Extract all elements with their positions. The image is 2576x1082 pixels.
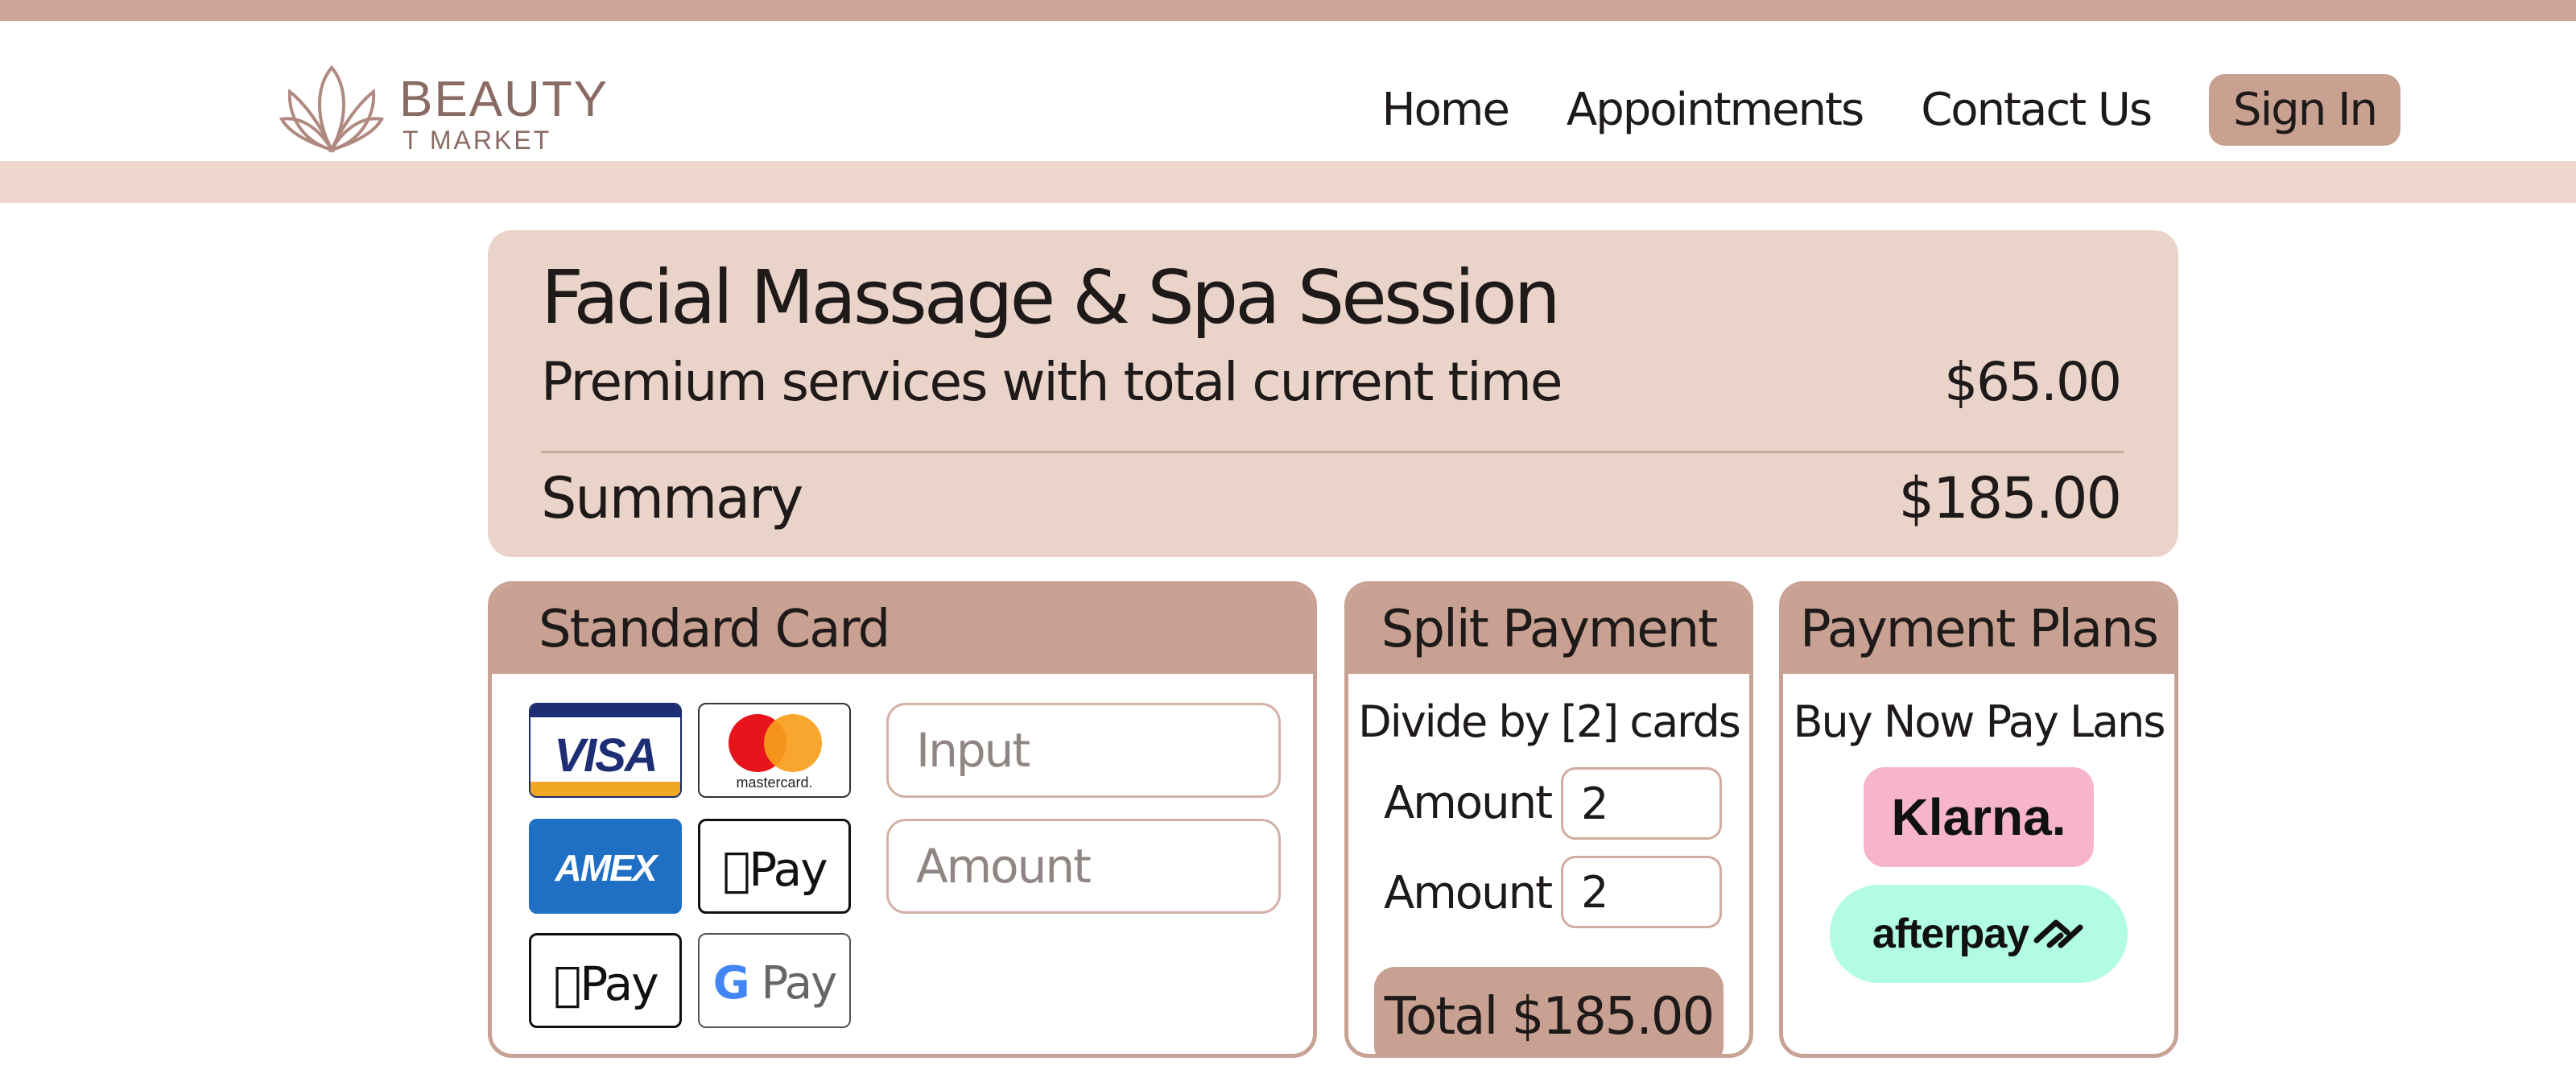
visa-top-band bbox=[530, 704, 680, 717]
apple-pay-option[interactable]: Pay bbox=[698, 819, 851, 914]
visa-card-option[interactable]: VISA bbox=[529, 703, 682, 798]
nav-home-link[interactable]: Home bbox=[1382, 84, 1510, 136]
amount-label-1: Amount bbox=[1384, 777, 1553, 829]
visa-logo-text: VISA bbox=[554, 729, 658, 782]
brand-name: BEAUTY bbox=[399, 72, 609, 127]
mastercard-option[interactable]: mastercard. bbox=[698, 703, 851, 798]
split-description: Divide by [2] cards bbox=[1358, 696, 1741, 747]
klarna-button[interactable]: Klarna. bbox=[1864, 767, 2094, 867]
header-sub-strip bbox=[0, 161, 2576, 203]
amount-input-1[interactable]: 2 bbox=[1561, 767, 1722, 840]
order-summary-card: Facial Massage & Spa Session Premium ser… bbox=[488, 230, 2178, 557]
site-header: BEAUTY T MARKET Home Appointments Contac… bbox=[0, 21, 2576, 161]
service-price: $65.00 bbox=[1944, 351, 2122, 413]
afterpay-label: afterpay bbox=[1872, 911, 2029, 957]
split-payment-title: Split Payment bbox=[1348, 585, 1749, 674]
top-accent-strip bbox=[0, 0, 2576, 21]
apple-icon:  bbox=[553, 956, 581, 1011]
apple-icon:  bbox=[722, 842, 750, 897]
afterpay-button[interactable]: afterpay bbox=[1830, 885, 2128, 983]
payment-plans-title: Payment Plans bbox=[1783, 585, 2174, 674]
total-button[interactable]: Total $185.00 bbox=[1374, 967, 1724, 1054]
nav-contact-link[interactable]: Contact Us bbox=[1921, 84, 2153, 136]
google-pay-label: G Pay bbox=[712, 957, 837, 1010]
card-input-field[interactable]: Input bbox=[886, 703, 1281, 798]
mastercard-label: mastercard. bbox=[736, 774, 813, 791]
amount-input-2[interactable]: 2 bbox=[1561, 856, 1722, 928]
apple-pay-option-2[interactable]: Pay bbox=[529, 933, 682, 1028]
mastercard-orange-circle bbox=[764, 714, 822, 772]
summary-line: Summary $185.00 bbox=[541, 465, 2122, 531]
google-pay-option[interactable]: G Pay bbox=[698, 933, 851, 1028]
apple-pay-label: Pay bbox=[700, 842, 848, 897]
service-line: Premium services with total current time… bbox=[541, 351, 2122, 413]
nav-appointments-link[interactable]: Appointments bbox=[1567, 84, 1864, 136]
amount-label-2: Amount bbox=[1384, 867, 1553, 919]
visa-bottom-band bbox=[530, 782, 680, 796]
summary-label: Summary bbox=[541, 465, 803, 531]
afterpay-arrows-icon bbox=[2033, 919, 2083, 948]
brand-tagline: T MARKET bbox=[402, 126, 552, 155]
summary-total: $185.00 bbox=[1898, 465, 2122, 531]
split-payment-panel: Split Payment Divide by [2] cards Amount… bbox=[1344, 581, 1753, 1058]
plans-description: Buy Now Pay Lans bbox=[1793, 696, 2165, 747]
service-title: Facial Massage & Spa Session bbox=[541, 254, 1561, 341]
amex-logo-text: AMEX bbox=[555, 847, 658, 889]
service-subtitle: Premium services with total current time bbox=[541, 351, 1563, 413]
google-g-icon: G bbox=[712, 957, 750, 1010]
sign-in-button[interactable]: Sign In bbox=[2209, 73, 2401, 146]
standard-card-title: Standard Card bbox=[492, 585, 1313, 674]
apple-pay-label-2: Pay bbox=[531, 956, 679, 1011]
amex-card-option[interactable]: AMEX bbox=[529, 819, 682, 914]
summary-divider bbox=[541, 451, 2124, 453]
card-amount-field[interactable]: Amount bbox=[886, 819, 1281, 914]
brand-logo[interactable]: BEAUTY T MARKET bbox=[279, 63, 617, 159]
standard-card-panel: Standard Card VISA mastercard. AMEX Pay… bbox=[488, 581, 1317, 1058]
payment-plans-panel: Payment Plans Buy Now Pay Lans Klarna. a… bbox=[1779, 581, 2178, 1058]
lotus-icon bbox=[279, 64, 385, 154]
main-nav: Home Appointments Contact Us Sign In bbox=[1382, 69, 2401, 150]
